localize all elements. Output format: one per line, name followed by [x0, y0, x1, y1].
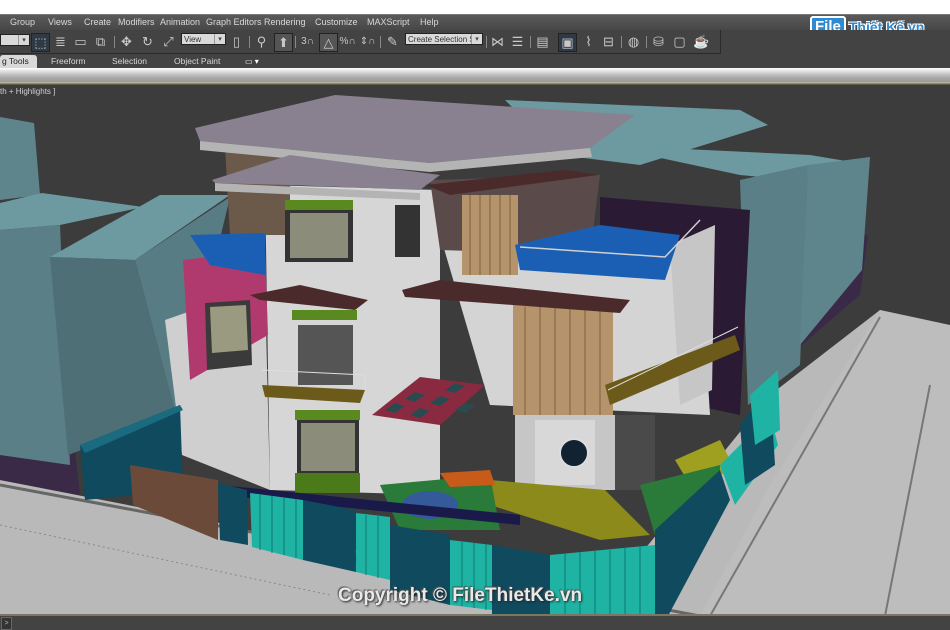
menu-maxscript[interactable]: MAXScript: [367, 17, 410, 27]
toolbar-separator: [621, 36, 622, 48]
named-selection-value: Create Selection Se: [408, 35, 480, 44]
percent-snap-icon[interactable]: %∩: [339, 33, 356, 50]
menu-rendering[interactable]: Rendering: [264, 17, 306, 27]
chevron-down-icon: ▾: [471, 34, 482, 44]
schematic-view-icon[interactable]: ⊟: [600, 33, 617, 50]
use-pivot-icon[interactable]: ▯: [228, 33, 245, 50]
green-wall-lower: [295, 473, 360, 493]
curve-editor-icon[interactable]: ⌇: [580, 33, 597, 50]
render-production-icon[interactable]: ☕: [693, 33, 710, 50]
toolbar-separator: [114, 36, 115, 48]
menu-modifiers[interactable]: Modifiers: [118, 17, 155, 27]
upper-window-right: [395, 205, 420, 257]
fence-pillar: [218, 483, 248, 545]
edit-named-selection-icon[interactable]: ✎: [384, 33, 401, 50]
material-editor-icon[interactable]: ◍: [625, 33, 642, 50]
scene-explorer-icon[interactable]: ▣: [558, 33, 577, 52]
menu-create[interactable]: Create: [84, 17, 111, 27]
fence-slats-2: [356, 513, 390, 580]
tab-modeling-tools[interactable]: g Tools: [0, 55, 37, 68]
chevron-down-icon: ▾: [18, 35, 29, 45]
selection-filter-dropdown[interactable]: ▾: [0, 34, 30, 46]
balcony-door: [298, 325, 353, 385]
neighbor-building-right-side: [800, 157, 870, 345]
render-setup-icon[interactable]: ⛁: [650, 33, 667, 50]
fence-panel-1: [303, 500, 356, 572]
ground-window-glass: [301, 423, 355, 471]
toolbar-separator: [249, 36, 250, 48]
angle-snap-icon[interactable]: △: [319, 33, 338, 52]
spinner-snap-icon[interactable]: ⇕∩: [359, 33, 376, 50]
green-band-mid: [292, 310, 357, 320]
window-glass: [210, 305, 248, 353]
layer-manager-icon[interactable]: ▤: [534, 33, 551, 50]
rendered-frame-window-icon[interactable]: ▢: [671, 33, 688, 50]
toolbar-separator: [486, 36, 487, 48]
select-manipulate-icon[interactable]: ⚲: [253, 33, 270, 50]
ribbon-options-button[interactable]: ▭ ▾: [245, 55, 259, 68]
select-move-icon[interactable]: ✥: [118, 33, 135, 50]
window-top-strip: [0, 0, 950, 14]
round-door-window: [559, 438, 589, 468]
window-crossing-icon[interactable]: ⧉: [92, 33, 109, 50]
copyright-watermark: Copyright © FileThietKe.vn: [338, 585, 583, 606]
menu-views[interactable]: Views: [48, 17, 72, 27]
select-by-name-icon[interactable]: ≣: [52, 33, 69, 50]
rectangular-selection-icon[interactable]: ▭: [72, 33, 89, 50]
main-toolbar: ▾ ⬚ ≣ ▭ ⧉ ✥ ↻ ⤢ View ▾ ▯ ⚲ ⬆ 3∩ △ %∩ ⇕∩ ✎…: [0, 30, 950, 54]
scene-render: [0, 95, 950, 616]
reference-coordinate-value: View: [184, 35, 202, 44]
select-scale-icon[interactable]: ⤢: [160, 33, 177, 50]
mirror-icon[interactable]: ⋈: [489, 33, 506, 50]
menu-group[interactable]: Group: [10, 17, 35, 27]
menu-animation[interactable]: Animation: [160, 17, 200, 27]
neighbor-building-left-top: [0, 117, 40, 200]
ribbon-tab-bar: g Tools Freeform Selection Object Paint …: [0, 54, 950, 68]
menu-graph-editors[interactable]: Graph Editors: [206, 17, 262, 27]
maxscript-listener-button[interactable]: >: [1, 617, 12, 630]
wood-slats-lower: [513, 305, 613, 415]
reference-coordinate-dropdown[interactable]: View ▾: [181, 33, 226, 45]
garden-deck: [440, 470, 495, 487]
ribbon-panel: [0, 68, 950, 82]
viewport-shading-label[interactable]: th + Highlights ]: [0, 87, 55, 96]
snaps-toggle-icon[interactable]: 3∩: [299, 33, 316, 50]
align-icon[interactable]: ☰: [509, 33, 526, 50]
tab-object-paint[interactable]: Object Paint: [174, 55, 220, 68]
menu-bar: Group Views Create Modifiers Animation G…: [0, 14, 950, 31]
toolbar-separator: [530, 36, 531, 48]
main-toolbar-panel: ▾ ⬚ ≣ ▭ ⧉ ✥ ↻ ⤢ View ▾ ▯ ⚲ ⬆ 3∩ △ %∩ ⇕∩ ✎…: [0, 30, 721, 54]
toolbar-separator: [380, 36, 381, 48]
select-rotate-icon[interactable]: ↻: [139, 33, 156, 50]
keyboard-shortcut-override-icon[interactable]: ⬆: [274, 33, 293, 52]
neighbor-building-right-face: [740, 165, 808, 405]
chevron-down-icon: ▾: [214, 34, 225, 44]
green-band: [285, 200, 353, 210]
upper-window-glass: [290, 213, 348, 258]
toolbar-separator: [295, 36, 296, 48]
toolbar-separator: [646, 36, 647, 48]
named-selection-dropdown[interactable]: Create Selection Se ▾: [405, 33, 483, 45]
select-object-icon[interactable]: ⬚: [31, 33, 50, 52]
door-panel: [615, 415, 655, 490]
menu-customize[interactable]: Customize: [315, 17, 358, 27]
menu-help[interactable]: Help: [420, 17, 439, 27]
tab-selection[interactable]: Selection: [112, 55, 147, 68]
green-band-ground: [295, 410, 360, 420]
tab-freeform[interactable]: Freeform: [51, 55, 85, 68]
perspective-viewport[interactable]: th + Highlights ]: [0, 85, 950, 616]
